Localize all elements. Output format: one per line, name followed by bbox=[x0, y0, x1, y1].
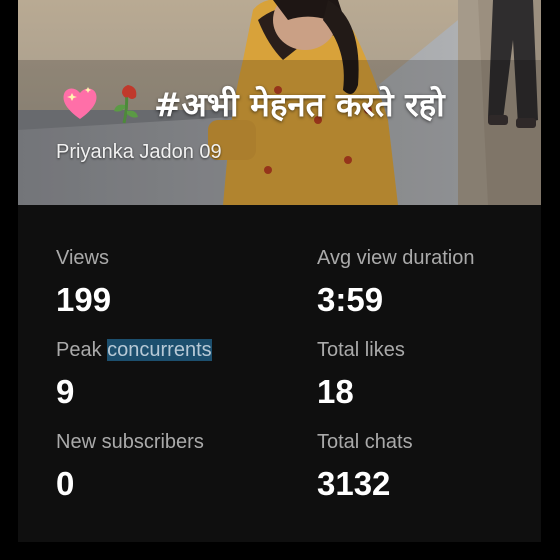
total-chats-value: 3132 bbox=[317, 465, 391, 502]
screen: #अभी मेहनत करते रहो Priyanka Jadon 09 Vi… bbox=[0, 0, 560, 560]
video-title-text: #अभी मेहनत करते रहो bbox=[154, 84, 445, 124]
video-thumbnail[interactable]: #अभी मेहनत करते रहो Priyanka Jadon 09 bbox=[18, 0, 541, 205]
views-label: Views bbox=[56, 247, 109, 269]
selected-text-highlight[interactable]: concurrents bbox=[107, 339, 212, 361]
peak-concurrents-value: 9 bbox=[56, 373, 75, 410]
sparkling-heart-icon bbox=[58, 81, 102, 125]
video-title: #अभी मेहनत करते रहो bbox=[58, 78, 445, 128]
new-subscribers-value: 0 bbox=[56, 465, 75, 502]
total-likes-label: Total likes bbox=[317, 339, 405, 361]
avg-view-duration-label: Avg view duration bbox=[317, 247, 475, 269]
channel-name[interactable]: Priyanka Jadon 09 bbox=[56, 141, 222, 164]
peak-concurrents-label-prefix: Peak bbox=[56, 339, 108, 361]
wilted-flower-icon bbox=[106, 81, 150, 125]
peak-concurrents-label: Peak concurrents bbox=[56, 339, 212, 362]
avg-view-duration-value: 3:59 bbox=[317, 281, 384, 318]
total-likes-value: 18 bbox=[317, 373, 354, 410]
views-value: 199 bbox=[56, 281, 112, 318]
total-chats-label: Total chats bbox=[317, 431, 413, 453]
new-subscribers-label: New subscribers bbox=[56, 431, 204, 453]
live-stream-stats-card: #अभी मेहनत करते रहो Priyanka Jadon 09 Vi… bbox=[18, 0, 541, 542]
